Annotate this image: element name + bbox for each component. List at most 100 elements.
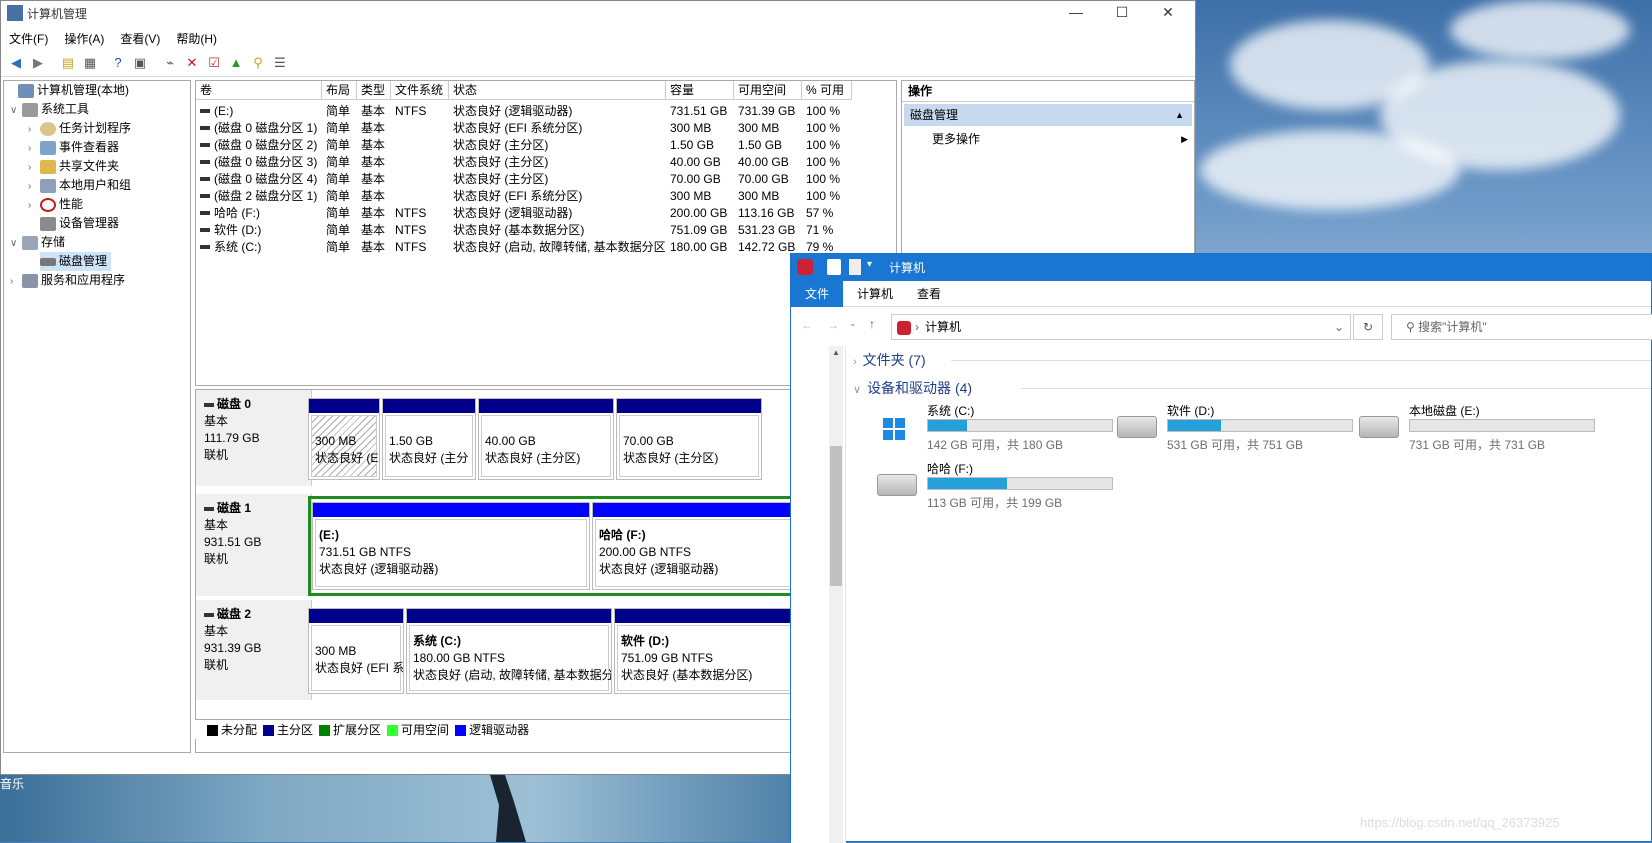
volume-row[interactable]: (磁盘 0 磁盘分区 1) 简单 基本 状态良好 (EFI 系统分区) 300 MB 30… [196,119,896,137]
chevron-right-icon[interactable]: › [28,120,40,139]
delete-icon[interactable]: ✕ [183,54,201,72]
list-icon[interactable]: ☰ [271,54,289,72]
check-icon[interactable]: ☑ [205,54,223,72]
volume-pct-cell: 100 % [806,189,841,203]
volume-row[interactable]: 哈哈 (F:) 简单 基本 NTFS 状态良好 (逻辑驱动器) 200.00 GB 113.… [196,204,896,222]
column-header-type[interactable]: 类型 [357,81,391,100]
tree-task-scheduler[interactable]: › 任务计划程序 [28,119,131,138]
partition-block[interactable]: 70.00 GB 状态良好 (主分区) [616,398,762,480]
quick-access-dropdown-icon[interactable]: ▾ [867,259,872,270]
tree-services[interactable]: › 服务和应用程序 [10,271,125,290]
tab-view[interactable]: 查看 [903,281,955,307]
search-icon[interactable]: ⚲ [249,54,267,72]
disk-label: 磁盘 2 基本 931.39 GB 联机 [196,600,312,700]
forward-arrow-icon[interactable]: → [827,318,839,332]
more-actions[interactable]: 更多操作 ▶ [932,129,1188,149]
drives-group-header[interactable]: ∨ 设备和驱动器 (4) [853,378,972,398]
up-folder-icon[interactable]: ▤ [59,54,77,72]
tree-root[interactable]: 计算机管理(本地) [6,81,129,100]
connect-icon[interactable]: ⌁ [161,54,179,72]
tree-shared-folders[interactable]: › 共享文件夹 [28,157,119,176]
menu-view[interactable]: 查看(V) [112,27,168,50]
title-bar[interactable]: 计算机管理 — ☐ ✕ [1,1,1195,25]
volume-row[interactable]: (磁盘 0 磁盘分区 2) 简单 基本 状态良好 (主分区) 1.50 GB 1.50 G… [196,136,896,154]
volume-name-cell: (磁盘 2 磁盘分区 1) [214,189,318,203]
tree-event-viewer[interactable]: › 事件查看器 [28,138,119,157]
tree-local-users[interactable]: › 本地用户和组 [28,176,131,195]
collapse-arrow-icon[interactable]: ▲ [1175,104,1184,126]
tree-device-manager[interactable]: 设备管理器 [28,214,119,233]
chevron-right-icon[interactable]: › [28,139,40,158]
show-tree-icon[interactable]: ▦ [81,54,99,72]
minimize-button[interactable]: — [1053,1,1099,25]
partition-block[interactable]: (E:) 731.51 GB NTFS 状态良好 (逻辑驱动器) [312,502,590,590]
volume-row[interactable]: (磁盘 0 磁盘分区 3) 简单 基本 状态良好 (主分区) 40.00 GB 40.00… [196,153,896,171]
chevron-down-icon[interactable]: ∨ [10,234,22,253]
address-dropdown-icon[interactable]: ⌄ [1334,315,1344,339]
partition-block[interactable]: 300 MB 状态良好 (EFI 系 [308,608,404,694]
chevron-down-icon[interactable]: ∨ [10,101,22,120]
recent-dropdown-icon[interactable]: ⌄ [849,318,857,329]
column-header-filesystem[interactable]: 文件系统 [391,81,449,100]
chevron-right-icon[interactable]: › [28,196,40,215]
search-input[interactable]: ⚲ 搜索"计算机" [1391,314,1652,340]
scroll-up-icon[interactable]: ▲ [832,348,840,357]
chevron-down-icon[interactable]: ∨ [853,384,861,396]
folders-group-header[interactable]: › 文件夹 (7) [853,350,926,370]
desktop-icon-label[interactable]: 音乐 [0,775,24,792]
chevron-right-icon[interactable]: › [28,158,40,177]
partition-size: 731.51 GB NTFS [319,545,412,559]
navigation-scrollbar[interactable]: ▲ [829,346,843,843]
tree-performance[interactable]: › 性能 [28,195,83,214]
tree-system-tools[interactable]: ∨ 系统工具 [10,100,89,119]
partition-block[interactable]: 1.50 GB 状态良好 (主分 [382,398,476,480]
tree-disk-management[interactable]: 磁盘管理 [40,252,112,271]
help-icon[interactable]: ? [109,54,127,72]
legend-swatch [387,725,399,737]
scrollbar-thumb[interactable] [830,446,842,586]
address-bar[interactable]: › 计算机 ⌄ [891,314,1351,340]
volume-row[interactable]: 软件 (D:) 简单 基本 NTFS 状态良好 (基本数据分区) 751.09 GB 531… [196,221,896,239]
chevron-right-icon[interactable]: › [28,177,40,196]
up-arrow-icon[interactable]: ▲ [227,54,245,72]
volume-row[interactable]: (E:) 简单 基本 NTFS 状态良好 (逻辑驱动器) 731.51 GB 731.39 … [196,102,896,120]
close-button[interactable]: ✕ [1145,1,1191,25]
volume-row[interactable]: (磁盘 0 磁盘分区 4) 简单 基本 状态良好 (主分区) 70.00 GB 70.00… [196,170,896,188]
breadcrumb-computer[interactable]: 计算机 [925,320,961,334]
actions-section-disk-management[interactable]: 磁盘管理 ▲ [904,104,1192,126]
partition-block[interactable]: 300 MB 状态良好 (E [308,398,380,480]
drive-item[interactable]: 哈哈 (F:) 113 GB 可用，共 199 GB [877,460,1117,510]
menu-file[interactable]: 文件(F) [1,27,56,50]
column-header-status[interactable]: 状态 [449,81,666,100]
drive-name: 系统 (C:) [927,404,975,418]
new-folder-quick-icon[interactable] [849,259,861,275]
chevron-right-icon[interactable]: › [10,272,22,291]
maximize-button[interactable]: ☐ [1099,1,1145,25]
explorer-title-bar[interactable]: ▾ 计算机 [791,254,1651,281]
column-header-free[interactable]: 可用空间 [734,81,802,100]
tab-file[interactable]: 文件 [791,281,844,307]
forward-arrow-icon[interactable]: ▶ [29,54,47,72]
properties-quick-icon[interactable] [827,259,841,275]
menu-help[interactable]: 帮助(H) [168,27,225,50]
up-arrow-icon[interactable]: ↑ [869,317,875,331]
column-header-capacity[interactable]: 容量 [666,81,734,100]
chevron-right-icon[interactable]: › [853,356,857,368]
drive-item[interactable]: 本地磁盘 (E:) 731 GB 可用，共 731 GB [1359,402,1599,452]
drive-item[interactable]: 软件 (D:) 531 GB 可用，共 751 GB [1117,402,1357,452]
properties-icon[interactable]: ▣ [131,54,149,72]
volume-row[interactable]: (磁盘 2 磁盘分区 1) 简单 基本 状态良好 (EFI 系统分区) 300 MB 30… [196,187,896,205]
tree-storage[interactable]: ∨ 存储 [10,233,65,252]
refresh-button[interactable]: ↻ [1353,314,1383,340]
volume-icon [200,126,210,130]
column-header-layout[interactable]: 布局 [322,81,357,100]
column-header-volume[interactable]: 卷 [196,81,322,100]
partition-block[interactable]: 40.00 GB 状态良好 (主分区) [478,398,614,480]
drive-item[interactable]: 系统 (C:) 142 GB 可用，共 180 GB [877,402,1117,452]
column-header-percent[interactable]: % 可用 [802,81,852,100]
back-arrow-icon[interactable]: ← [801,318,813,332]
partition-block[interactable]: 系统 (C:) 180.00 GB NTFS 状态良好 (启动, 故障转储, 基本数… [406,608,612,694]
menu-action[interactable]: 操作(A) [56,27,112,50]
back-arrow-icon[interactable]: ◀ [7,54,25,72]
tab-computer[interactable]: 计算机 [843,281,907,307]
